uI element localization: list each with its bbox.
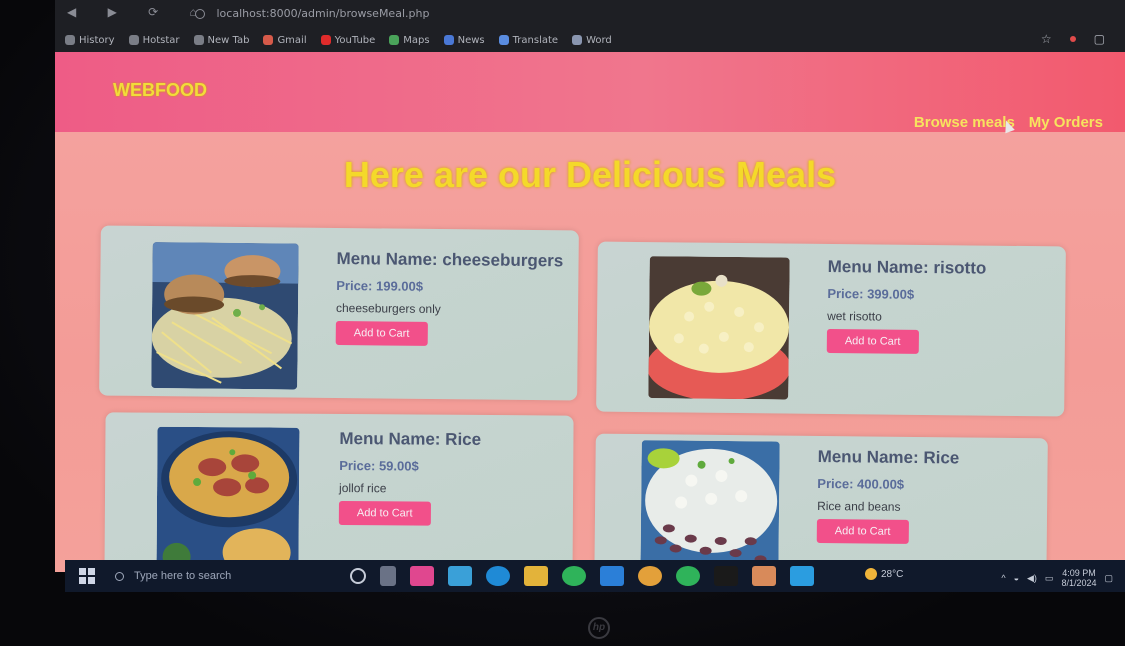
meal-name: Menu Name: risotto (827, 256, 987, 278)
translate-icon (498, 35, 509, 45)
app-icon[interactable] (790, 566, 814, 586)
meal-price: Price: 199.00$ (336, 277, 424, 294)
history-icon (65, 35, 75, 45)
meal-description: wet risotto (827, 308, 882, 324)
monitor-frame: ◀ ▶ ⟳ ⌂ localhost:8000/admin/browseMeal.… (0, 0, 1125, 646)
extension-icon[interactable] (1069, 36, 1076, 42)
whatsapp-icon[interactable] (676, 566, 700, 586)
bookmark-item[interactable]: News (443, 35, 485, 46)
add-to-cart-button[interactable]: Add to Cart (338, 500, 431, 526)
meal-name: Menu Name: Rice (817, 446, 960, 468)
taskbar-search-placeholder: Type here to search (134, 570, 232, 582)
meal-description: Rice and beans (817, 498, 901, 514)
gmail-icon (263, 35, 274, 45)
bookmark-icon (128, 35, 139, 45)
meal-image-rice-and-beans (640, 440, 780, 572)
edge-icon[interactable] (486, 566, 510, 586)
meal-card: Menu Name: Rice Price: 59.00$ jollof ric… (104, 412, 574, 572)
meal-description: cheeseburgers only (335, 300, 441, 317)
meal-price: Price: 399.00$ (827, 285, 915, 302)
meal-description: jollof rice (339, 481, 387, 496)
vscode-icon[interactable] (600, 566, 624, 586)
meal-card: Menu Name: risotto Price: 399.00$ wet ri… (596, 241, 1066, 417)
weather-icon (865, 568, 877, 580)
clock-time: 4:09 PM (1062, 568, 1096, 578)
hp-logo-icon: hp (588, 617, 610, 639)
browser-nav-buttons[interactable]: ◀ ▶ ⟳ ⌂ (67, 5, 211, 19)
store-app-icon[interactable] (448, 566, 472, 586)
notifications-icon[interactable]: ▢ (1104, 573, 1113, 584)
windows-start-icon[interactable] (79, 568, 95, 584)
meal-image-cheeseburgers (151, 242, 299, 390)
meal-price: Price: 59.00$ (339, 458, 419, 474)
meal-name: Menu Name: cheeseburgers (336, 248, 564, 271)
word-icon (572, 35, 583, 45)
news-icon (443, 35, 454, 45)
bookmark-icon (193, 35, 204, 45)
address-bar[interactable]: localhost:8000/admin/browseMeal.php (195, 4, 715, 24)
meal-price: Price: 400.00$ (817, 475, 905, 492)
address-text: localhost:8000/admin/browseMeal.php (216, 7, 430, 20)
tray-chevron-icon[interactable]: ^ (1001, 573, 1005, 583)
task-view-icon[interactable] (380, 566, 396, 586)
system-tray: ^ ◒ ◀) ▭ 4:09 PM 8/1/2024 ▢ (1001, 568, 1113, 588)
bookmark-item[interactable]: YouTube (320, 35, 375, 46)
bookmark-item[interactable]: New Tab (193, 35, 249, 46)
weather-temp: 28°C (881, 568, 904, 580)
add-to-cart-button[interactable]: Add to Cart (826, 328, 919, 354)
nav-browse-meals[interactable]: Browse meals (914, 114, 1015, 131)
photos-app-icon[interactable] (410, 566, 434, 586)
add-to-cart-button[interactable]: Add to Cart (335, 320, 428, 346)
site-info-icon[interactable] (195, 9, 205, 19)
sidebar-icon[interactable]: ▢ (1094, 32, 1105, 46)
bookmark-item[interactable]: History (65, 35, 115, 46)
bookmark-item[interactable]: Maps (389, 35, 430, 46)
youtube-icon (320, 35, 331, 45)
taskbar-search-box[interactable]: Type here to search (115, 566, 335, 586)
windows-taskbar: Type here to search 28°C ^ ◒ ◀) ▭ 4:09 P… (65, 560, 1125, 592)
file-explorer-icon[interactable] (524, 566, 548, 586)
maps-icon (389, 35, 400, 45)
volume-icon[interactable]: ◀) (1027, 573, 1037, 584)
bookmark-item[interactable]: Word (572, 35, 612, 46)
bookmark-item[interactable]: Gmail (263, 35, 307, 46)
whatsapp-business-icon[interactable] (562, 566, 586, 586)
site-logo[interactable]: WEBFOOD (113, 80, 207, 101)
clock[interactable]: 4:09 PM 8/1/2024 (1061, 568, 1096, 588)
meal-card: Menu Name: Rice Price: 400.00$ Rice and … (594, 433, 1048, 572)
nav-my-orders[interactable]: My Orders (1029, 114, 1103, 131)
bookmarks-bar: History Hotstar New Tab Gmail YouTube Ma… (65, 30, 965, 50)
add-to-cart-button[interactable]: Add to Cart (816, 518, 909, 544)
web-page: WEBFOOD Browse meals My Orders Here are … (55, 52, 1125, 572)
meal-image-risotto (648, 256, 790, 400)
taskbar-apps (350, 566, 814, 586)
search-icon (115, 571, 124, 581)
page-title: Here are our Delicious Meals (343, 154, 837, 195)
bookmark-item[interactable]: Translate (498, 35, 558, 46)
star-icon[interactable]: ☆ (1041, 32, 1052, 46)
bookmark-item[interactable]: Hotstar (128, 35, 180, 46)
meal-image-jollof-rice (156, 426, 300, 572)
tiktok-icon[interactable] (714, 566, 738, 586)
meal-card: Menu Name: cheeseburgers Price: 199.00$ … (99, 225, 579, 401)
clock-date: 8/1/2024 (1061, 578, 1097, 588)
app-icon[interactable] (752, 566, 776, 586)
weather-widget[interactable]: 28°C (865, 568, 903, 580)
network-icon[interactable]: ◒ (1014, 573, 1019, 583)
browser-toolbar-right: ☆ ▢ (1041, 32, 1105, 46)
chrome-icon[interactable] (638, 566, 662, 586)
keyboard-icon[interactable]: ▭ (1045, 573, 1054, 584)
meal-name: Menu Name: Rice (339, 429, 482, 449)
cortana-icon[interactable] (350, 568, 366, 584)
